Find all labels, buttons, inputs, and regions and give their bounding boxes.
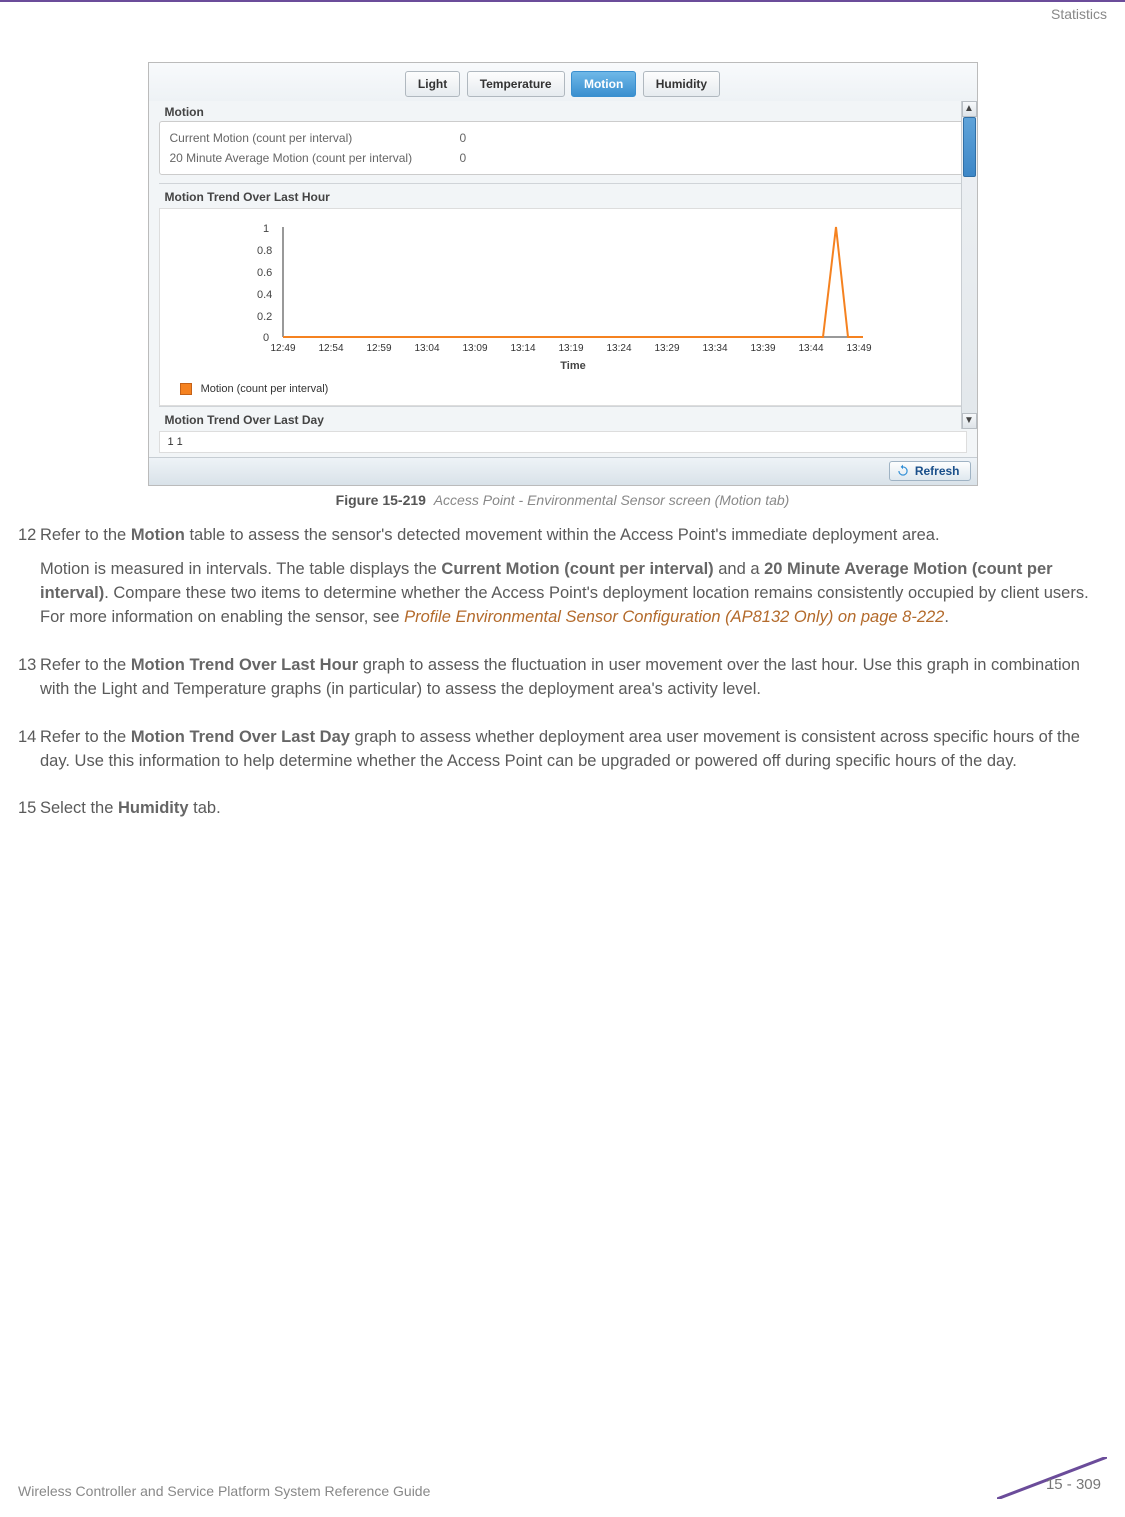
footer-title: Wireless Controller and Service Platform… xyxy=(18,1483,430,1499)
cross-ref-link[interactable]: Profile Environmental Sensor Configurati… xyxy=(404,608,944,626)
xtick: 12:59 xyxy=(366,343,391,354)
text: Select the xyxy=(40,799,118,817)
text: Refer to the xyxy=(40,728,131,746)
xtick: 13:04 xyxy=(414,343,439,354)
ytick: 0.4 xyxy=(257,289,272,301)
tab-bar: Light Temperature Motion Humidity xyxy=(149,63,977,101)
row-value: 0 xyxy=(460,131,956,145)
day-chart-clip: 1 1 xyxy=(159,431,967,453)
xtick: 13:19 xyxy=(558,343,583,354)
panel-title: Motion xyxy=(159,101,967,121)
xtick: 13:44 xyxy=(798,343,823,354)
text: Refer to the xyxy=(40,656,131,674)
text: . xyxy=(944,608,949,626)
ytick: 0.8 xyxy=(257,245,272,257)
motion-line-chart: 1 0.8 0.6 0.4 0.2 0 12:49 12:54 12:59 13… xyxy=(172,217,954,377)
table-row: 20 Minute Average Motion (count per inte… xyxy=(170,148,956,168)
xtick: 12:49 xyxy=(270,343,295,354)
scroll-down-icon[interactable]: ▼ xyxy=(962,413,977,429)
refresh-icon xyxy=(896,464,910,478)
header-section: Statistics xyxy=(1051,6,1107,22)
hour-chart: 1 0.8 0.6 0.4 0.2 0 12:49 12:54 12:59 13… xyxy=(159,208,967,406)
item-number: 15 xyxy=(18,797,40,831)
scroll-up-icon[interactable]: ▲ xyxy=(962,101,977,117)
xtick: 13:49 xyxy=(846,343,871,354)
text: Refer to the xyxy=(40,526,131,544)
xtick: 13:09 xyxy=(462,343,487,354)
item-number: 14 xyxy=(18,726,40,784)
figure-label: Figure 15-219 xyxy=(336,492,426,508)
row-label: Current Motion (count per interval) xyxy=(170,131,460,145)
list-item-14: 14 Refer to the Motion Trend Over Last D… xyxy=(18,726,1107,784)
page-number: 15 - 309 xyxy=(1046,1476,1101,1493)
footer-bar: Refresh xyxy=(149,457,977,485)
list-item-15: 15 Select the Humidity tab. xyxy=(18,797,1107,831)
table-row: Current Motion (count per interval) 0 xyxy=(170,128,956,148)
scroll-thumb[interactable] xyxy=(963,117,976,177)
text: table to assess the sensor's detected mo… xyxy=(185,526,940,544)
page-corner-mark: 15 - 309 xyxy=(997,1457,1107,1499)
figure-caption: Figure 15-219 Access Point - Environment… xyxy=(18,492,1107,508)
xtick: 12:54 xyxy=(318,343,343,354)
chart-legend: Motion (count per interval) xyxy=(172,377,954,401)
text: Motion is measured in intervals. The tab… xyxy=(40,560,441,578)
vertical-scrollbar[interactable]: ▲ ▼ xyxy=(961,101,977,429)
ytick: 0.2 xyxy=(257,311,272,323)
ytick: 1 xyxy=(263,223,269,235)
day-axis-start: 1 1 xyxy=(168,436,183,448)
motion-table: Current Motion (count per interval) 0 20… xyxy=(159,121,967,175)
page-footer: Wireless Controller and Service Platform… xyxy=(18,1457,1107,1499)
bold-term: Motion xyxy=(131,526,185,544)
screenshot-frame: Light Temperature Motion Humidity Motion… xyxy=(148,62,978,486)
day-section-title: Motion Trend Over Last Day xyxy=(159,406,967,431)
row-value: 0 xyxy=(460,151,956,165)
hour-section-title: Motion Trend Over Last Hour xyxy=(159,183,967,208)
tab-humidity[interactable]: Humidity xyxy=(643,71,720,97)
text: tab. xyxy=(189,799,221,817)
item-number: 13 xyxy=(18,654,40,712)
list-item-13: 13 Refer to the Motion Trend Over Last H… xyxy=(18,654,1107,712)
bold-term: Current Motion (count per interval) xyxy=(441,560,713,578)
tab-light[interactable]: Light xyxy=(405,71,460,97)
ytick: 0 xyxy=(263,332,269,344)
tab-temperature[interactable]: Temperature xyxy=(467,71,565,97)
refresh-button[interactable]: Refresh xyxy=(889,461,971,481)
refresh-label: Refresh xyxy=(915,464,960,478)
xtick: 13:14 xyxy=(510,343,535,354)
bold-term: Humidity xyxy=(118,799,189,817)
xtick: 13:39 xyxy=(750,343,775,354)
bold-term: Motion Trend Over Last Hour xyxy=(131,656,358,674)
xtick: 13:24 xyxy=(606,343,631,354)
row-label: 20 Minute Average Motion (count per inte… xyxy=(170,151,460,165)
tab-motion[interactable]: Motion xyxy=(571,71,636,97)
bold-term: Motion Trend Over Last Day xyxy=(131,728,350,746)
xtick: 13:34 xyxy=(702,343,727,354)
legend-swatch-icon xyxy=(180,383,192,395)
x-axis-label: Time xyxy=(560,360,585,372)
list-item-12: 12 Refer to the Motion table to assess t… xyxy=(18,524,1107,640)
item-number: 12 xyxy=(18,524,40,640)
legend-label: Motion (count per interval) xyxy=(201,383,329,395)
ytick: 0.6 xyxy=(257,267,272,279)
figure-text: Access Point - Environmental Sensor scre… xyxy=(434,492,790,508)
xtick: 13:29 xyxy=(654,343,679,354)
text: and a xyxy=(714,560,764,578)
